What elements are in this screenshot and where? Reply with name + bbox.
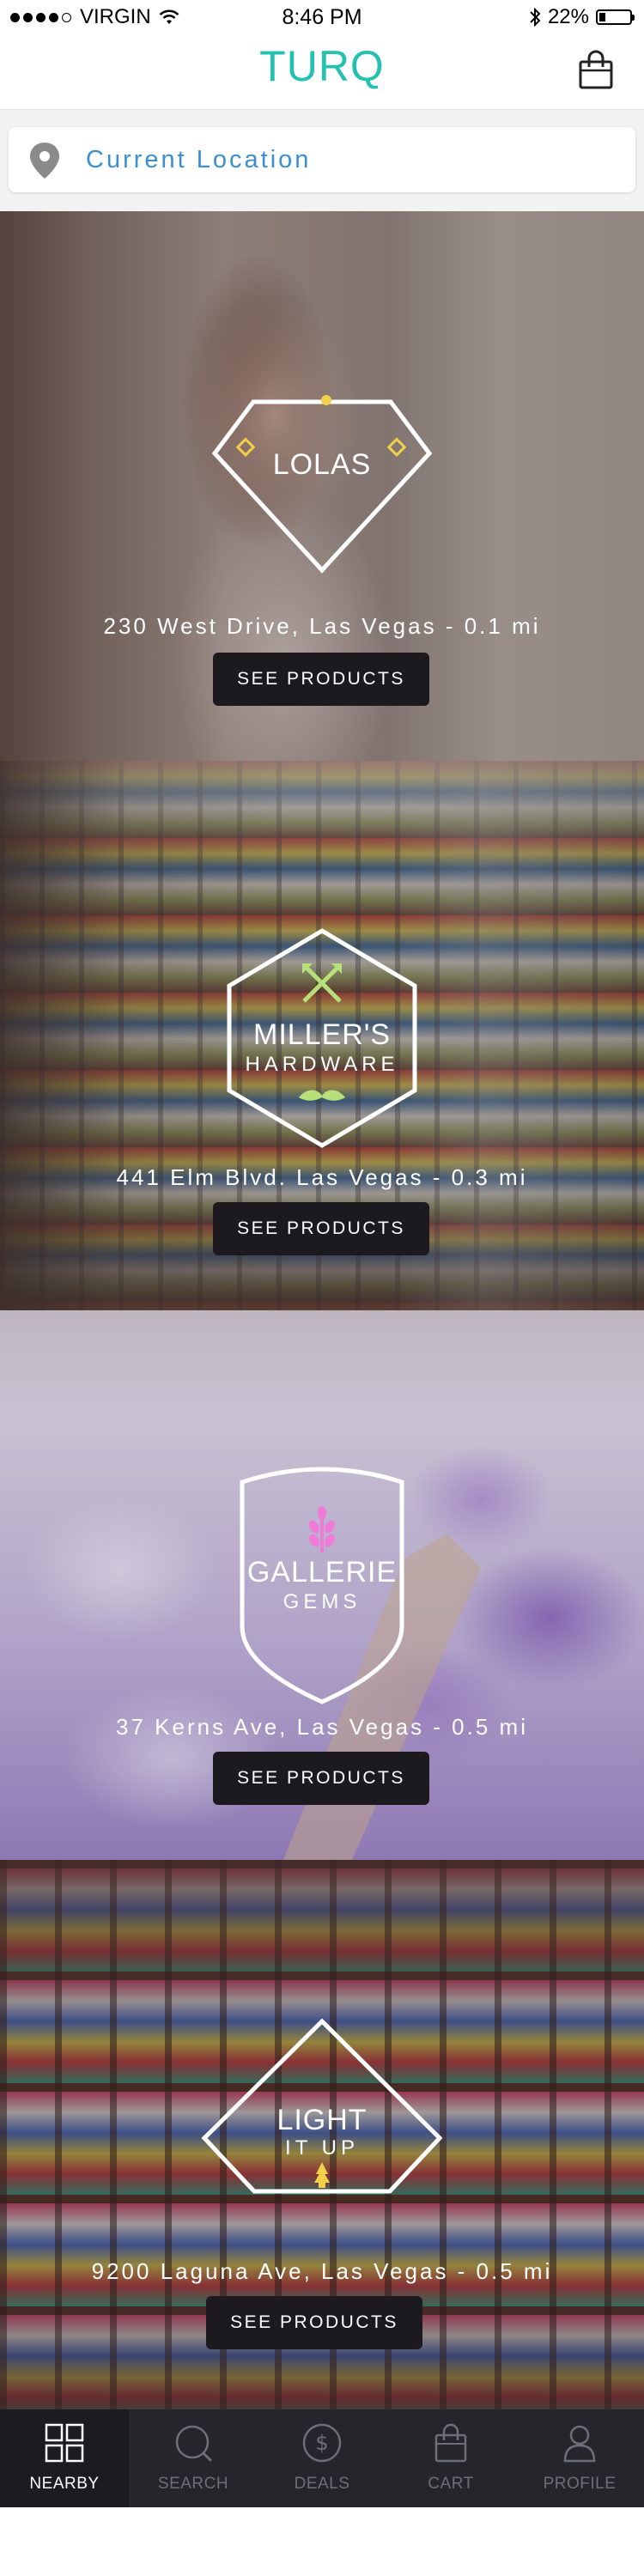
current-location-button[interactable]: Current Location: [9, 127, 635, 192]
see-products-button[interactable]: SEE PRODUCTS: [213, 1752, 429, 1805]
bluetooth-icon: [530, 7, 541, 27]
tab-label: PROFILE: [543, 2475, 617, 2493]
svg-text:$: $: [315, 2431, 328, 2455]
store-address: 230 West Drive, Las Vegas - 0.1 mi: [103, 613, 541, 639]
battery-icon: [596, 9, 635, 25]
tab-label: NEARBY: [29, 2475, 100, 2493]
grid-icon: [45, 2423, 84, 2463]
store-subtitle: HARDWARE: [245, 1053, 399, 1076]
store-name: LOLAS: [272, 448, 372, 481]
store-card-gallerie-gems[interactable]: GALLERIE GEMS 37 Kerns Ave, Las Vegas - …: [0, 1310, 644, 1860]
store-subtitle: GEMS: [283, 1590, 361, 1613]
battery-percent: 22%: [547, 5, 589, 28]
tab-nearby[interactable]: NEARBY: [0, 2409, 129, 2507]
shopping-bag-icon[interactable]: [577, 50, 615, 91]
store-card-millers-hardware[interactable]: MILLER'S HARDWARE 441 Elm Blvd. Las Vega…: [0, 761, 644, 1310]
store-name: MILLER'S: [253, 1018, 391, 1051]
tab-label: SEARCH: [157, 2475, 229, 2493]
app-title: TURQ: [259, 42, 385, 90]
store-address: 37 Kerns Ave, Las Vegas - 0.5 mi: [116, 1714, 528, 1740]
see-products-button[interactable]: SEE PRODUCTS: [213, 1202, 429, 1255]
store-card-light-it-up[interactable]: LIGHT IT UP 9200 Laguna Ave, Las Vegas -…: [0, 1860, 644, 2409]
location-pin-icon: [30, 143, 59, 179]
tab-label: CART: [428, 2475, 474, 2493]
tab-search[interactable]: SEARCH: [129, 2409, 258, 2507]
store-name: GALLERIE: [246, 1556, 398, 1589]
store-name: LIGHT: [276, 2104, 368, 2136]
nav-bar: TURQ: [0, 34, 644, 110]
dollar-icon: $: [302, 2423, 342, 2463]
status-right: 22%: [529, 5, 635, 29]
store-subtitle: IT UP: [285, 2136, 359, 2160]
tab-label: DEALS: [294, 2475, 350, 2493]
search-icon: [175, 2425, 213, 2463]
tab-bar: NEARBY SEARCH $ DEALS CART PROFILE: [0, 2409, 644, 2507]
current-location-label: Current Location: [86, 146, 312, 173]
status-bar: VIRGIN 8:46 PM 22%: [0, 0, 644, 34]
profile-icon: [563, 2425, 596, 2463]
tab-profile[interactable]: PROFILE: [515, 2409, 644, 2507]
store-card-lolas[interactable]: LOLAS 230 West Drive, Las Vegas - 0.1 mi…: [0, 211, 644, 761]
see-products-button[interactable]: SEE PRODUCTS: [213, 653, 429, 706]
shopping-bag-icon: [434, 2423, 467, 2463]
bottom-blank-area: [0, 2507, 644, 2576]
store-address: 9200 Laguna Ave, Las Vegas - 0.5 mi: [91, 2258, 553, 2284]
see-products-button[interactable]: SEE PRODUCTS: [206, 2296, 422, 2349]
tab-deals[interactable]: $ DEALS: [258, 2409, 386, 2507]
store-address: 441 Elm Blvd. Las Vegas - 0.3 mi: [116, 1164, 528, 1190]
tab-cart[interactable]: CART: [386, 2409, 515, 2507]
location-section: Current Location: [0, 110, 644, 211]
